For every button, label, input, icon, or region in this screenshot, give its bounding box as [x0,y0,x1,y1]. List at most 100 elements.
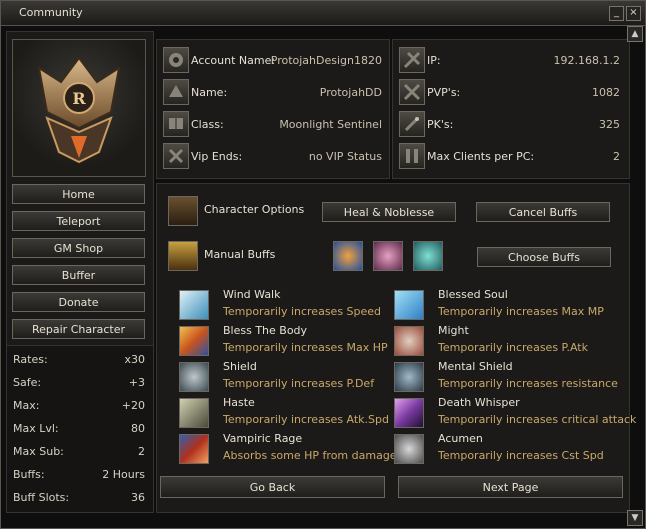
mental-shield-icon [394,362,424,392]
buff-shield[interactable]: Shield Temporarily increases P.Def [179,360,379,396]
buff-mental-shield[interactable]: Mental Shield Temporarily increases resi… [394,360,619,396]
info-label: Class: [191,118,224,131]
close-button[interactable]: × [626,6,641,21]
buff-name: Mental Shield [438,360,513,373]
buff-name: Bless The Body [223,324,308,337]
info-value: Moonlight Sentinel [279,118,382,131]
info-value: no VIP Status [308,150,382,163]
class-icon [163,111,189,137]
server-logo: R [12,39,146,177]
stat-value: +20 [121,399,145,412]
nav-gm-shop-button[interactable]: GM Shop [12,238,145,258]
info-label: PK's: [427,118,454,131]
info-value: 2 [613,150,620,163]
pk-icon [399,111,425,137]
nav-repair-character-button[interactable]: Repair Character [12,319,145,339]
buff-name: Acumen [438,432,483,445]
info-label: PVP's: [427,86,461,99]
heal-noblesse-button[interactable]: Heal & Noblesse [322,202,456,222]
stat-label: Max: [13,399,40,412]
buff-description: Temporarily increases P.Def [223,377,375,390]
info-label: Name: [191,86,228,99]
buff-death-whisper[interactable]: Death Whisper Temporarily increases crit… [394,396,636,432]
info-label: Vip Ends: [191,150,243,163]
nav-home-button[interactable]: Home [12,184,145,204]
account-name-row: Account Name: ProtojahDesign1820 [163,47,382,75]
stat-row: Buffs: 2 Hours [13,468,145,488]
minimize-button[interactable]: _ [609,6,624,21]
stat-value: x30 [124,353,145,366]
buff-haste[interactable]: Haste Temporarily increases Atk.Spd [179,396,389,432]
next-page-button[interactable]: Next Page [398,476,623,498]
pvp-icon [399,79,425,105]
buff-vampiric-rage[interactable]: Vampiric Rage Absorbs some HP from damag… [179,432,397,468]
buff-description: Temporarily increases Max HP [223,341,388,354]
stat-label: Max Sub: [13,445,64,458]
bless-the-body-icon [179,326,209,356]
max-clients-row: Max Clients per PC: 2 [399,143,620,171]
buff-name: Death Whisper [438,396,520,409]
pk-row: PK's: 325 [399,111,620,139]
stat-label: Rates: [13,353,48,366]
buff-acumen[interactable]: Acumen Temporarily increases Cst Spd [394,432,619,468]
info-value: 1082 [592,86,620,99]
info-label: Max Clients per PC: [427,150,535,163]
stat-value: 36 [131,491,145,504]
buff-description: Temporarily increases Speed [223,305,382,318]
buff-description: Temporarily increases Cst Spd [438,449,604,462]
death-whisper-icon [394,398,424,428]
character-name-row: Name: ProtojahDD [163,79,382,107]
buff-name: Vampiric Rage [223,432,303,445]
buff-description: Temporarily increases P.Atk [438,341,588,354]
water-buff-slot-icon[interactable] [413,241,443,271]
buff-might[interactable]: Might Temporarily increases P.Atk [394,324,619,360]
blessed-soul-icon [394,290,424,320]
stat-row: Rates: x30 [13,353,145,373]
scroll-down-button[interactable]: ▼ [627,510,643,526]
buff-description: Temporarily increases Atk.Spd [223,413,389,426]
name-icon [163,79,189,105]
nav-buffer-button[interactable]: Buffer [12,265,145,285]
stat-value: 2 Hours [102,468,145,481]
fire-buff-slot-icon[interactable] [333,241,363,271]
nav-donate-button[interactable]: Donate [12,292,145,312]
nav-teleport-button[interactable]: Teleport [12,211,145,231]
buff-name: Wind Walk [223,288,281,301]
info-value: ProtojahDesign1820 [270,54,382,67]
cancel-buffs-button[interactable]: Cancel Buffs [476,202,610,222]
crown-emblem-icon: R [37,56,121,164]
stat-value: 80 [131,422,145,435]
scroll-up-button[interactable]: ▲ [627,26,643,42]
pink-buff-slot-icon[interactable] [373,241,403,271]
info-value: 325 [599,118,620,131]
acumen-icon [394,434,424,464]
buff-description: Temporarily increases critical attack [438,413,637,426]
ip-row: IP: 192.168.1.2 [399,47,620,75]
buff-name: Shield [223,360,257,373]
vip-row: Vip Ends: no VIP Status [163,143,382,171]
buff-blessed-soul[interactable]: Blessed Soul Temporarily increases Max M… [394,288,619,324]
shield-icon [179,362,209,392]
info-value: ProtojahDD [319,86,382,99]
community-window: Community _ × R Home Teleport GM Shop Bu… [0,0,646,529]
buff-name: Blessed Soul [438,288,508,301]
choose-buffs-button[interactable]: Choose Buffs [477,247,611,267]
buff-bless-the-body[interactable]: Bless The Body Temporarily increases Max… [179,324,388,360]
info-value: 192.168.1.2 [553,54,620,67]
window-title: Community [19,6,83,19]
buff-description: Absorbs some HP from damage [223,449,397,462]
manual-buffs-label: Manual Buffs [204,248,276,261]
might-icon [394,326,424,356]
info-label: IP: [427,54,441,67]
stat-value: +3 [128,376,145,389]
haste-icon [179,398,209,428]
title-bar[interactable]: Community _ × [1,1,645,26]
stat-label: Buff Slots: [13,491,70,504]
vip-icon [163,143,189,169]
go-back-button[interactable]: Go Back [160,476,385,498]
character-options-label: Character Options [204,203,305,216]
stat-label: Max Lvl: [13,422,59,435]
buff-wind-walk[interactable]: Wind Walk Temporarily increases Speed [179,288,382,324]
ip-icon [399,47,425,73]
stat-label: Buffs: [13,468,45,481]
